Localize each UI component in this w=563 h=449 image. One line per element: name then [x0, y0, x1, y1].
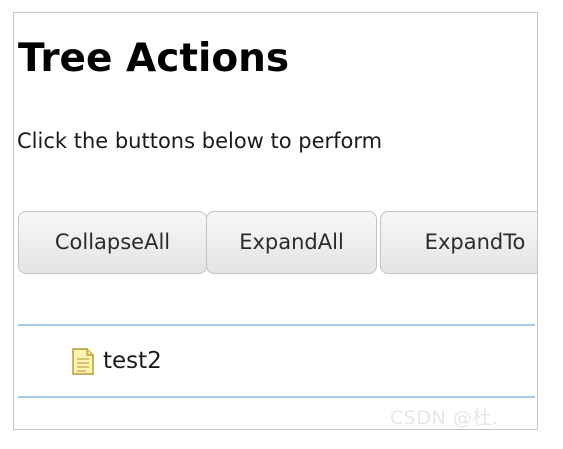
tree-view: test2	[18, 324, 535, 398]
demo-panel: Tree Actions Click the buttons below to …	[13, 12, 538, 430]
tree-node[interactable]: test2	[72, 343, 162, 379]
tree-node-label: test2	[103, 348, 162, 374]
file-icon	[72, 347, 94, 375]
watermark: CSDN @杜.	[390, 407, 499, 429]
page-title: Tree Actions	[18, 36, 290, 81]
collapse-all-button[interactable]: CollapseAll	[18, 211, 207, 274]
expand-to-button[interactable]: ExpandTo	[380, 211, 537, 274]
expand-all-button[interactable]: ExpandAll	[206, 211, 377, 274]
page-description: Click the buttons below to perform	[17, 129, 383, 153]
